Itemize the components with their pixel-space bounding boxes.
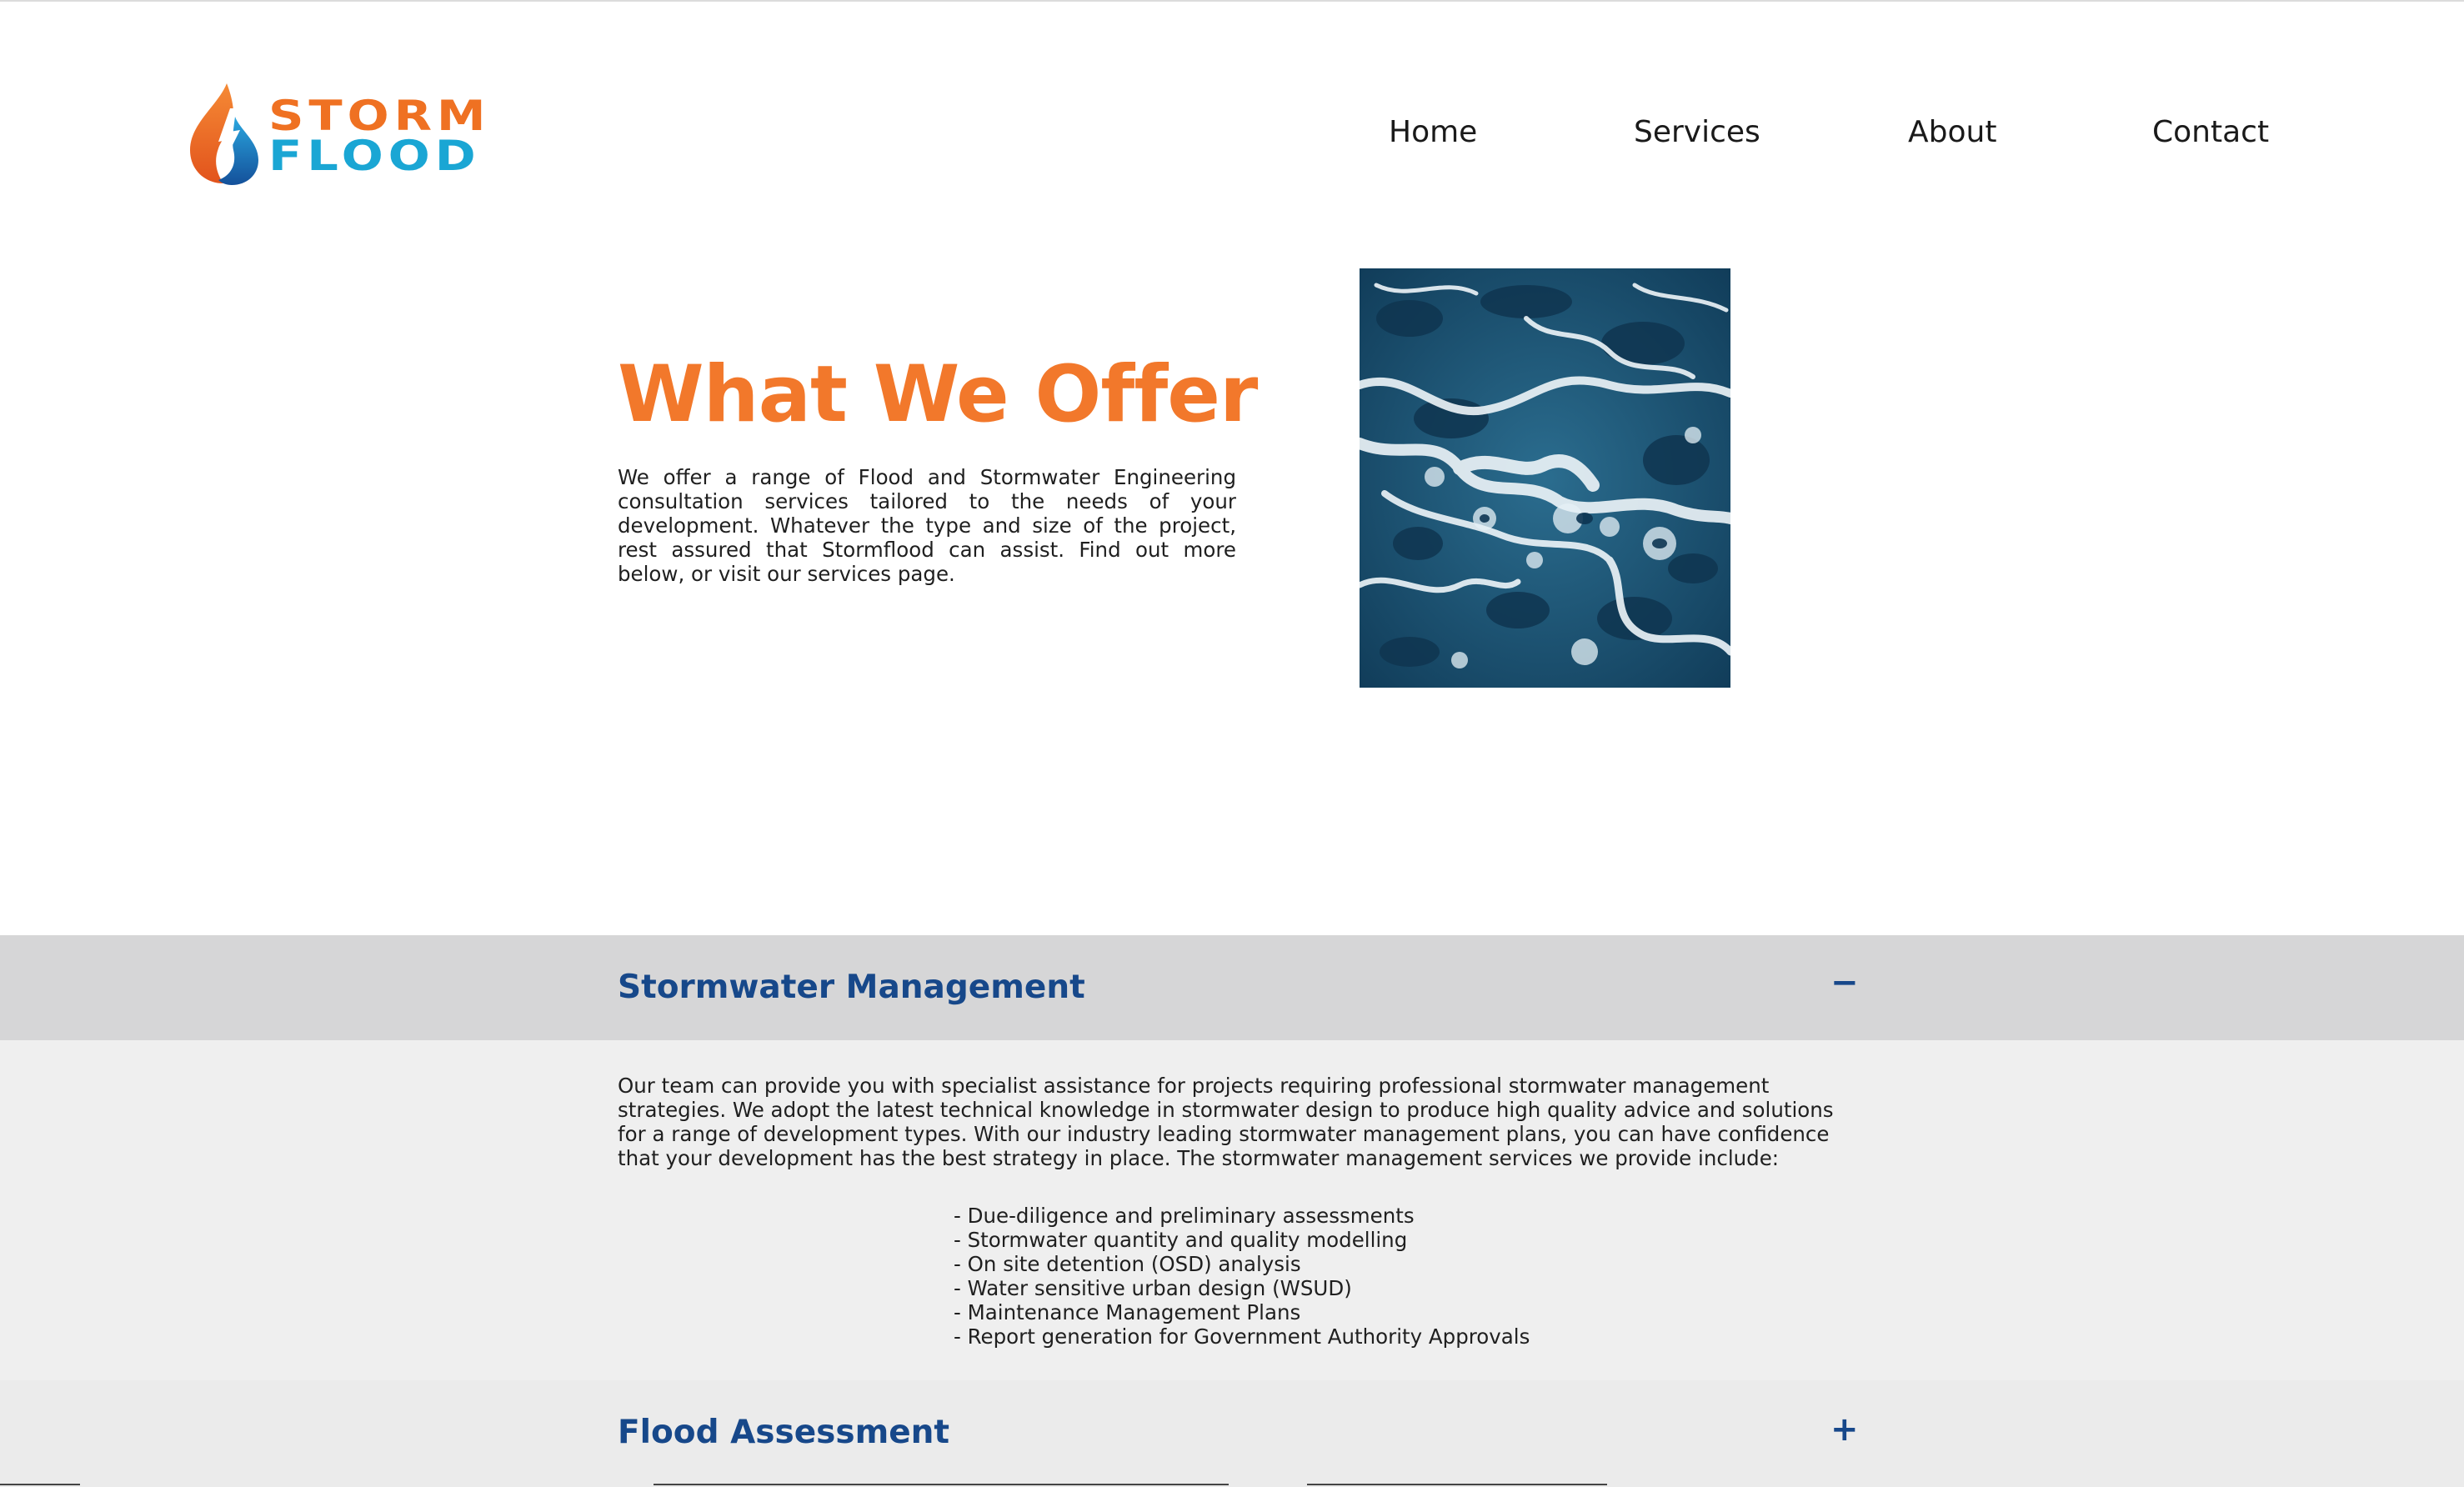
list-item: - Due-diligence and preliminary assessme… bbox=[954, 1204, 1415, 1228]
accordion-header-stormwater-management[interactable]: Stormwater Management − bbox=[0, 935, 2464, 1040]
accordion-panel-stormwater-management: Our team can provide you with specialist… bbox=[0, 1040, 2464, 1380]
list-item: - Maintenance Management Plans bbox=[954, 1300, 1301, 1324]
page-title: What We Offer bbox=[618, 349, 1258, 440]
accordion-header-flood-assessment[interactable]: Flood Assessment + bbox=[0, 1380, 2464, 1487]
top-border bbox=[0, 0, 2464, 2]
accordion-description: Our team can provide you with specialist… bbox=[618, 1074, 1834, 1170]
expand-plus-icon[interactable]: + bbox=[1830, 1410, 1859, 1449]
ocean-waves-image bbox=[1360, 268, 1730, 688]
nav-contact-link[interactable]: Contact bbox=[2152, 115, 2269, 149]
accordion-title: Flood Assessment bbox=[618, 1414, 950, 1451]
bottom-divider-marks bbox=[0, 1484, 2464, 1487]
list-item: - Report generation for Government Autho… bbox=[954, 1324, 1530, 1349]
accordion-title: Stormwater Management bbox=[618, 969, 1085, 1006]
intro-paragraph: We offer a range of Flood and Stormwater… bbox=[618, 465, 1236, 586]
list-item: - Stormwater quantity and quality modell… bbox=[954, 1228, 1408, 1252]
list-item: - Water sensitive urban design (WSUD) bbox=[954, 1276, 1352, 1300]
nav-about-link[interactable]: About bbox=[1908, 115, 1996, 149]
list-item: - On site detention (OSD) analysis bbox=[954, 1252, 1301, 1276]
collapse-minus-icon[interactable]: − bbox=[1830, 964, 1859, 1002]
main-nav: Home Services About Contact bbox=[0, 115, 2464, 157]
nav-home-link[interactable]: Home bbox=[1389, 115, 1477, 149]
services-list: - Due-diligence and preliminary assessme… bbox=[954, 1204, 1530, 1349]
nav-services-link[interactable]: Services bbox=[1634, 115, 1760, 149]
